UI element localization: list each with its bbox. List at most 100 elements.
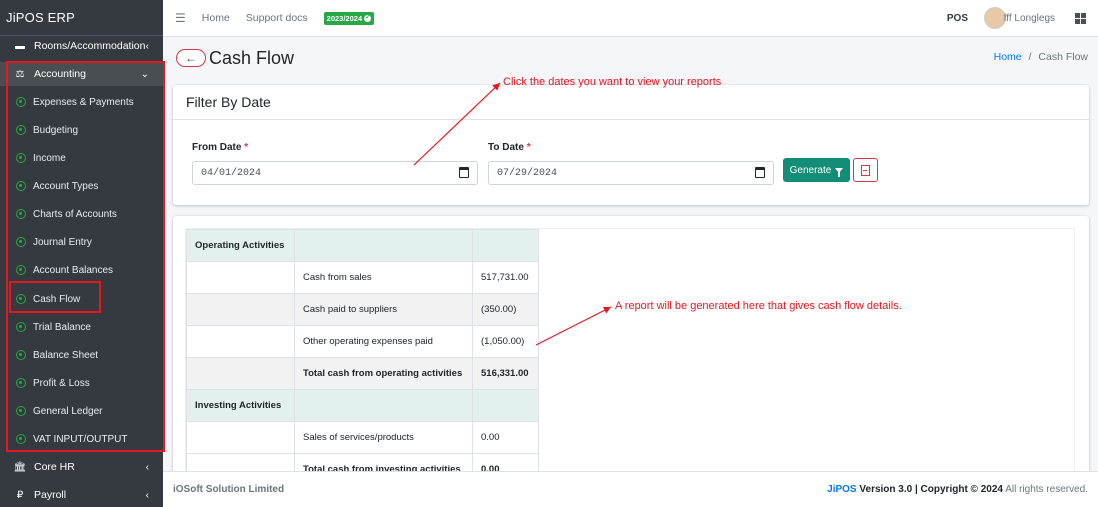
required-mark: * bbox=[526, 142, 531, 153]
table-row: Other operating expenses paid (1,050.00) bbox=[186, 325, 539, 358]
to-date-value: 07/29/2024 bbox=[497, 168, 558, 179]
circle-icon bbox=[16, 406, 26, 416]
circle-icon bbox=[16, 153, 26, 163]
circle-icon bbox=[16, 350, 26, 360]
page-title: Cash Flow bbox=[209, 48, 295, 68]
sidebar-subitem-profit-loss[interactable]: Profit & Loss bbox=[0, 371, 163, 395]
table-row: Investing Activities bbox=[186, 389, 539, 422]
sidebar-subitem-cash-flow[interactable]: Cash Flow bbox=[0, 287, 163, 311]
nav-support-link[interactable]: Support docs bbox=[246, 12, 308, 24]
circle-icon bbox=[16, 378, 26, 388]
section-header-operating: Operating Activities bbox=[186, 229, 295, 262]
to-date-input[interactable]: 07/29/2024 bbox=[488, 161, 774, 185]
row-value: (350.00) bbox=[472, 293, 539, 326]
pdf-icon bbox=[861, 164, 870, 176]
chevron-left-icon: ‹ bbox=[145, 461, 149, 473]
chevron-left-icon: ‹ bbox=[145, 40, 149, 52]
sidebar-subitem-label: Profit & Loss bbox=[33, 377, 90, 389]
breadcrumb-home[interactable]: Home bbox=[994, 51, 1022, 63]
footer-version: Version 3.0 | Copyright © 2024 bbox=[859, 484, 1003, 495]
table-row: Sales of services/products 0.00 bbox=[186, 421, 539, 454]
from-date-input[interactable]: 04/01/2024 bbox=[192, 161, 478, 185]
sidebar-item-accounting[interactable]: ⚖ Accounting ⌄ bbox=[0, 62, 163, 86]
table-cell bbox=[186, 357, 295, 390]
calendar-icon[interactable] bbox=[755, 167, 765, 178]
sidebar-item-core-hr[interactable]: 🏛 Core HR ‹ bbox=[0, 455, 163, 479]
fiscal-year-label: 2023/2024 bbox=[326, 13, 363, 23]
sidebar-subitem-general-ledger[interactable]: General Ledger bbox=[0, 399, 163, 423]
nav-home-link[interactable]: Home bbox=[202, 12, 230, 24]
sidebar-item-payroll[interactable]: ₽ Payroll ‹ bbox=[0, 483, 163, 507]
sidebar-subitem-account-balances[interactable]: Account Balances bbox=[0, 258, 163, 282]
sidebar-subitem-label: Journal Entry bbox=[33, 236, 92, 248]
total-label: Total cash from operating activities bbox=[294, 357, 473, 390]
generate-label: Generate bbox=[789, 164, 832, 176]
apps-grid-icon[interactable] bbox=[1075, 12, 1086, 24]
sidebar-item-label: Core HR bbox=[34, 461, 75, 473]
scale-icon: ⚖ bbox=[15, 68, 25, 80]
row-value: 0.00 bbox=[472, 421, 539, 454]
arrow-left-icon: ← bbox=[185, 51, 197, 65]
sidebar-subitem-label: Income bbox=[33, 152, 66, 164]
user-name[interactable]: fff Longlegs bbox=[1004, 13, 1055, 24]
sidebar-item-rooms[interactable]: ▬ Rooms/Accommodation ‹ bbox=[0, 34, 163, 58]
circle-icon bbox=[16, 434, 26, 444]
bed-icon: ▬ bbox=[15, 40, 25, 52]
back-button[interactable]: ← bbox=[176, 49, 206, 67]
chevron-down-icon: ⌄ bbox=[140, 68, 149, 80]
annotation-dates-hint: Click the dates you want to view your re… bbox=[503, 76, 722, 88]
generate-button[interactable]: Generate bbox=[783, 158, 850, 182]
sidebar-subitem-label: Cash Flow bbox=[33, 293, 81, 305]
footer: iOSoft Solution Limited JiPOS Version 3.… bbox=[163, 471, 1098, 507]
check-circle-icon: ✓ bbox=[364, 14, 372, 22]
sidebar-subitem-label: Charts of Accounts bbox=[33, 208, 117, 220]
ruble-icon: ₽ bbox=[16, 489, 24, 501]
row-label: Cash from sales bbox=[294, 261, 473, 294]
sidebar-item-label: Accounting bbox=[34, 68, 86, 80]
top-navbar: ☰ Home Support docs 2023/2024 ✓ POS fff … bbox=[163, 0, 1098, 37]
breadcrumb-current: Cash Flow bbox=[1038, 51, 1088, 63]
sidebar-subitem-charts-of-accounts[interactable]: Charts of Accounts bbox=[0, 202, 163, 226]
table-row: Cash from sales 517,731.00 bbox=[186, 261, 539, 294]
export-pdf-button[interactable] bbox=[853, 158, 878, 182]
sidebar-subitem-account-types[interactable]: Account Types bbox=[0, 174, 163, 198]
sidebar-subitem-label: General Ledger bbox=[33, 405, 103, 417]
sidebar-subitem-income[interactable]: Income bbox=[0, 146, 163, 170]
sidebar-subitem-label: Budgeting bbox=[33, 124, 79, 136]
row-label: Other operating expenses paid bbox=[294, 325, 473, 358]
sidebar-subitem-vat[interactable]: VAT INPUT/OUTPUT bbox=[0, 427, 163, 451]
from-date-label-text: From Date bbox=[192, 142, 242, 153]
table-cell bbox=[186, 293, 295, 326]
footer-brand-link[interactable]: JiPOS bbox=[827, 484, 856, 495]
sidebar-subitem-label: Expenses & Payments bbox=[33, 96, 134, 108]
sidebar-subitem-budgeting[interactable]: Budgeting bbox=[0, 118, 163, 142]
sidebar-subitem-journal-entry[interactable]: Journal Entry bbox=[0, 230, 163, 254]
circle-icon bbox=[16, 209, 26, 219]
table-cell bbox=[186, 261, 295, 294]
sidebar-subitem-balance-sheet[interactable]: Balance Sheet bbox=[0, 343, 163, 367]
sidebar-subitem-label: Account Balances bbox=[33, 264, 114, 276]
table-cell bbox=[294, 229, 473, 262]
chevron-left-icon: ‹ bbox=[145, 489, 149, 501]
sidebar-item-label: Rooms/Accommodation bbox=[34, 40, 146, 52]
report-card: Operating Activities Cash from sales 517… bbox=[173, 216, 1089, 507]
circle-icon bbox=[16, 265, 26, 275]
footer-rights: All rights reserved. bbox=[1005, 484, 1088, 495]
pos-link[interactable]: POS bbox=[947, 13, 968, 24]
filter-icon bbox=[835, 167, 844, 177]
sidebar-subitem-trial-balance[interactable]: Trial Balance bbox=[0, 315, 163, 339]
sidebar-subitem-expenses[interactable]: Expenses & Payments bbox=[0, 90, 163, 114]
bank-icon: 🏛 bbox=[13, 461, 27, 473]
row-label: Sales of services/products bbox=[294, 421, 473, 454]
brand-logo[interactable]: JiPOS ERP bbox=[0, 0, 163, 36]
fiscal-year-badge[interactable]: 2023/2024 ✓ bbox=[323, 11, 375, 25]
calendar-icon[interactable] bbox=[459, 167, 469, 178]
circle-icon bbox=[16, 97, 26, 107]
menu-icon[interactable]: ☰ bbox=[175, 11, 186, 25]
circle-icon bbox=[16, 181, 26, 191]
table-cell bbox=[186, 325, 295, 358]
row-value: 517,731.00 bbox=[472, 261, 539, 294]
cash-flow-table: Operating Activities Cash from sales 517… bbox=[186, 229, 539, 486]
table-row: Total cash from operating activities 516… bbox=[186, 357, 539, 390]
sidebar-item-label: Payroll bbox=[34, 489, 67, 501]
